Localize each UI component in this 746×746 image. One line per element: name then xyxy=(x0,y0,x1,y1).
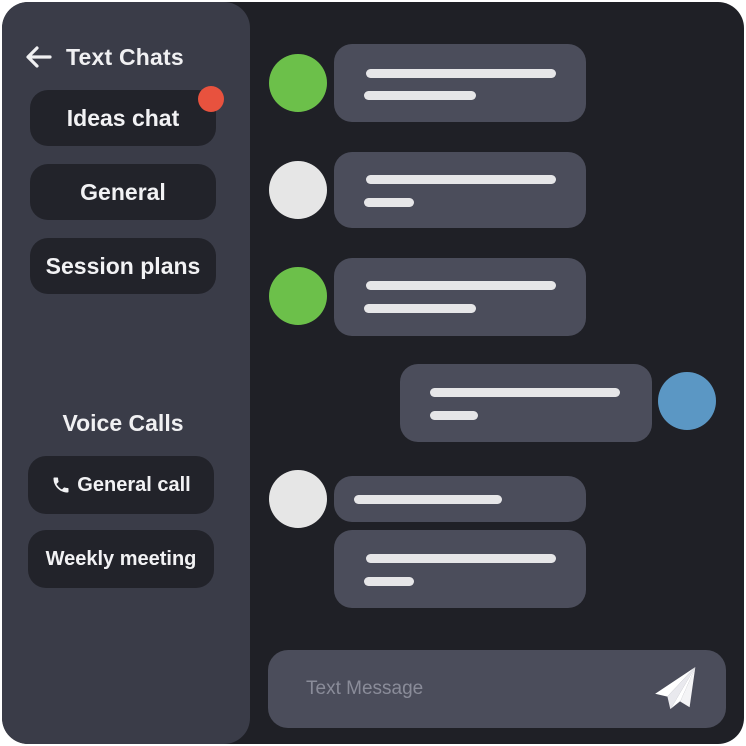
channel-session-plans[interactable]: Session plans xyxy=(30,238,216,294)
avatar[interactable] xyxy=(269,54,327,112)
text-line-placeholder xyxy=(366,554,556,563)
message-bubble xyxy=(334,476,586,522)
text-line-placeholder xyxy=(364,198,414,207)
call-weekly-meeting[interactable]: Weekly meeting xyxy=(28,530,214,588)
paper-plane-icon[interactable] xyxy=(652,664,700,714)
text-chats-title: Text Chats xyxy=(66,43,184,70)
chat-app-window: Text Chats Ideas chat General Session pl… xyxy=(2,2,744,744)
message-bubble xyxy=(334,258,586,336)
sidebar-header: Text Chats xyxy=(24,42,184,72)
text-line-placeholder xyxy=(366,69,556,78)
channel-label: General xyxy=(80,178,166,205)
text-line-placeholder xyxy=(364,304,476,313)
own-avatar[interactable] xyxy=(658,372,716,430)
text-line-placeholder xyxy=(430,388,620,397)
message-composer xyxy=(268,650,726,728)
call-label: Weekly meeting xyxy=(45,547,197,570)
unread-badge xyxy=(198,86,224,112)
text-line-placeholder xyxy=(364,91,476,100)
avatar[interactable] xyxy=(269,161,327,219)
avatar[interactable] xyxy=(269,470,327,528)
text-line-placeholder xyxy=(430,411,478,420)
sidebar: Text Chats Ideas chat General Session pl… xyxy=(2,2,250,744)
voice-calls-title: Voice Calls xyxy=(62,410,184,436)
call-general[interactable]: General call xyxy=(28,456,214,514)
text-line-placeholder xyxy=(366,175,556,184)
message-input[interactable] xyxy=(306,674,636,704)
message-bubble xyxy=(334,44,586,122)
back-arrow-icon[interactable] xyxy=(24,45,52,69)
channel-label: Ideas chat xyxy=(66,104,180,131)
own-message-bubble xyxy=(400,364,652,442)
message-bubble xyxy=(334,530,586,608)
channel-general[interactable]: General xyxy=(30,164,216,220)
avatar[interactable] xyxy=(269,267,327,325)
message-bubble xyxy=(334,152,586,228)
text-line-placeholder xyxy=(354,495,502,504)
call-label: General call xyxy=(77,473,191,496)
channel-ideas-chat[interactable]: Ideas chat xyxy=(30,86,224,146)
phone-icon xyxy=(53,477,69,493)
channel-label: Session plans xyxy=(45,252,201,279)
text-line-placeholder xyxy=(364,577,414,586)
text-line-placeholder xyxy=(366,281,556,290)
